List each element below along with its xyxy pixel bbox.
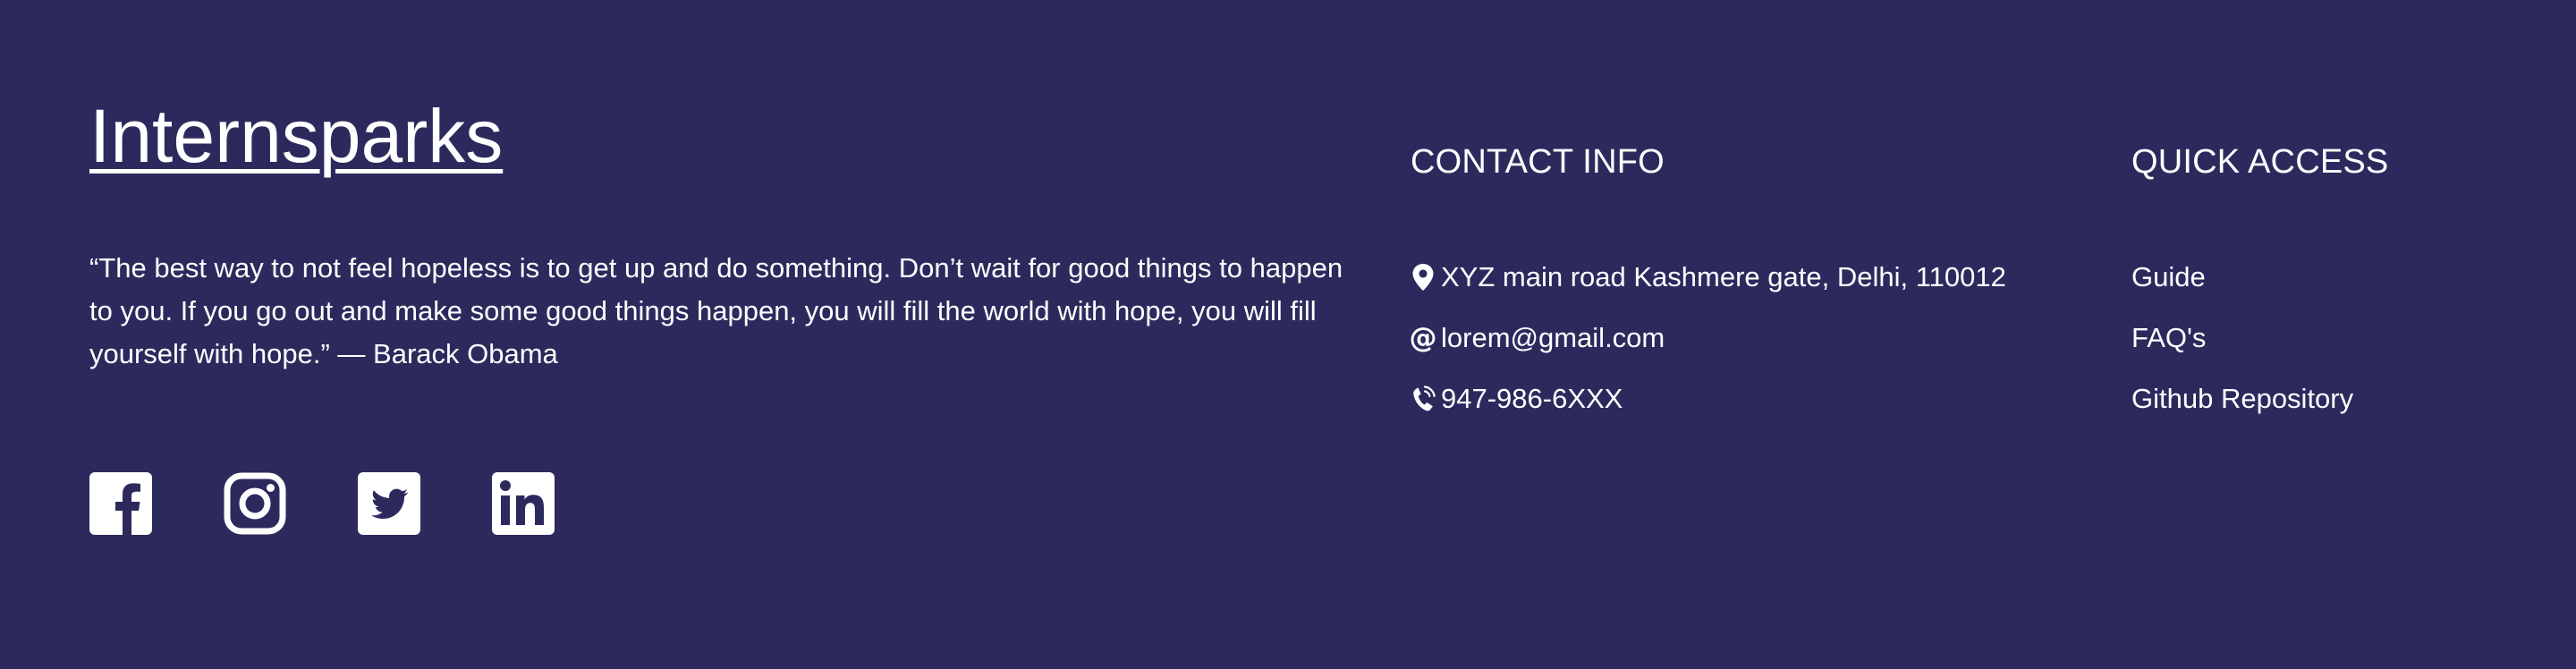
quick-access-item: Guide — [2131, 247, 2353, 308]
site-footer: Internsparks “The best way to not feel h… — [0, 0, 2576, 669]
twitter-link[interactable] — [358, 472, 420, 535]
contact-info-heading: CONTACT INFO — [1411, 143, 1665, 181]
quick-access-item: FAQ's — [2131, 308, 2353, 368]
linkedin-link[interactable] — [492, 472, 555, 535]
contact-email-link[interactable]: lorem@gmail.com — [1441, 317, 1665, 360]
facebook-icon — [89, 472, 152, 535]
contact-email: @ lorem@gmail.com — [1411, 308, 2006, 368]
github-repository-link[interactable]: Github Repository — [2131, 377, 2353, 420]
contact-address: XYZ main road Kashmere gate, Delhi, 1100… — [1411, 247, 2006, 308]
quick-access-list: Guide FAQ's Github Repository — [2131, 247, 2353, 429]
instagram-link[interactable] — [224, 472, 286, 535]
guide-link[interactable]: Guide — [2131, 256, 2206, 299]
brand-logo-link[interactable]: Internsparks — [89, 93, 503, 179]
quick-access-item: Github Repository — [2131, 368, 2353, 429]
social-links — [89, 472, 555, 535]
quick-access-heading: QUICK ACCESS — [2131, 143, 2389, 181]
footer-quote: “The best way to not feel hopeless is to… — [89, 252, 1343, 369]
contact-address-text: XYZ main road Kashmere gate, Delhi, 1100… — [1441, 261, 2006, 292]
faqs-link[interactable]: FAQ's — [2131, 317, 2206, 360]
contact-info-list: XYZ main road Kashmere gate, Delhi, 1100… — [1411, 247, 2006, 429]
location-pin-icon — [1411, 262, 1436, 292]
contact-phone: 947-986-6XXX — [1411, 368, 2006, 429]
phone-icon — [1411, 384, 1436, 414]
instagram-icon — [224, 472, 286, 535]
svg-text:@: @ — [1411, 323, 1436, 353]
facebook-link[interactable] — [89, 472, 152, 535]
contact-phone-link[interactable]: 947-986-6XXX — [1441, 377, 1623, 420]
at-sign-icon: @ — [1411, 323, 1436, 353]
twitter-icon — [358, 472, 420, 535]
linkedin-icon — [492, 472, 555, 535]
